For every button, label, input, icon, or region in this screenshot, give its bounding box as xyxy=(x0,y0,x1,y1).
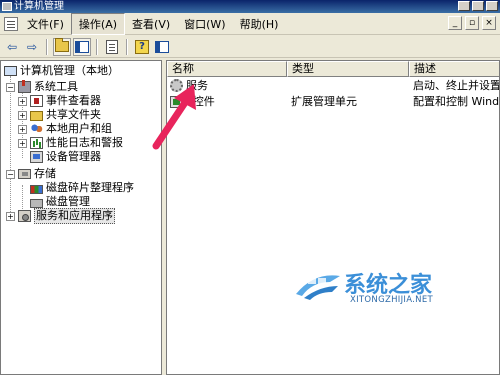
tree-item-label: 磁盘碎片整理程序 xyxy=(46,181,134,194)
shared-folder-icon xyxy=(30,111,43,121)
collapse-icon[interactable]: − xyxy=(6,82,15,92)
tree-item-label: 存储 xyxy=(34,167,56,180)
list-row-type: 扩展管理单元 xyxy=(291,95,357,108)
menu-view[interactable]: 查看(V) xyxy=(125,14,177,34)
expand-icon[interactable]: + xyxy=(18,96,27,106)
expand-icon[interactable]: + xyxy=(18,138,27,148)
watermark-subtitle: XITONGZHIJIA.NET xyxy=(350,295,433,305)
device-manager-icon xyxy=(30,151,43,163)
list-row-name: 服务 xyxy=(186,79,208,92)
tree-item-local-users[interactable]: + 本地用户和组 xyxy=(18,122,112,136)
tree-item-shared-folders[interactable]: + 共享文件夹 xyxy=(18,108,101,122)
expand-icon[interactable]: + xyxy=(6,211,15,221)
back-arrow-icon[interactable]: ⇦ xyxy=(3,38,21,56)
expand-icon[interactable]: + xyxy=(18,110,27,120)
defrag-icon xyxy=(30,184,43,194)
column-header-description[interactable]: 描述 xyxy=(409,61,499,77)
console-tree-icon[interactable] xyxy=(153,38,171,56)
child-restore-button[interactable]: ▫ xyxy=(465,16,479,30)
toolbar-separator xyxy=(96,38,98,55)
disk-icon xyxy=(30,198,43,208)
tree-item-event-viewer[interactable]: + 事件查看器 xyxy=(18,94,101,108)
tree-item-label: 性能日志和警报 xyxy=(46,136,123,149)
computer-icon xyxy=(4,66,17,76)
column-header-name[interactable]: 名称 xyxy=(167,61,287,77)
storage-icon xyxy=(18,169,31,179)
child-minimize-button[interactable]: _ xyxy=(448,16,462,30)
tree-item-label: 服务和应用程序 xyxy=(34,208,115,224)
toolbar-separator xyxy=(126,38,128,55)
tree-item-label: 本地用户和组 xyxy=(46,122,112,135)
services-icon xyxy=(18,210,31,222)
tree-item-label: 设备管理器 xyxy=(46,150,101,163)
toolbar: ⇦ ⇨ ? xyxy=(0,36,500,58)
menu-window[interactable]: 窗口(W) xyxy=(177,14,232,34)
list-row-description: 配置和控制 Windows xyxy=(413,95,500,108)
toolbar-separator xyxy=(46,38,48,55)
tree-item-label: 磁盘管理 xyxy=(46,195,90,208)
gear-icon xyxy=(170,79,183,92)
watermark-logo-icon xyxy=(296,275,340,300)
tree-item-label: 计算机管理（本地） xyxy=(20,64,119,77)
tree-item-system-tools[interactable]: − 系统工具 xyxy=(6,80,78,94)
minimize-button[interactable] xyxy=(458,1,470,11)
column-header-type[interactable]: 类型 xyxy=(287,61,409,77)
window-title: 计算机管理 xyxy=(14,1,64,12)
watermark: 系统之家 XITONGZHIJIA.NET xyxy=(290,262,460,312)
list-row-name: I 控件 xyxy=(186,95,215,108)
tree-item-label: 系统工具 xyxy=(34,80,78,93)
tree-item-disk-defragmenter[interactable]: 磁盘碎片整理程序 xyxy=(18,181,134,195)
app-icon xyxy=(2,2,12,11)
list-row-description: 启动、终止并设置 W xyxy=(413,79,500,92)
tree-item-computer-management[interactable]: 计算机管理（本地） xyxy=(4,64,119,78)
console-icon[interactable] xyxy=(4,16,18,31)
show-hide-tree-icon[interactable] xyxy=(73,37,91,56)
details-list[interactable]: 名称 类型 描述 服务 启动、终止并设置 W I 控件 扩展管理单元 配置和控制… xyxy=(166,60,500,375)
maximize-button[interactable] xyxy=(472,1,484,11)
window-controls xyxy=(458,1,498,11)
tree-item-disk-management[interactable]: 磁盘管理 xyxy=(18,195,90,209)
list-row-services[interactable]: 服务 启动、终止并设置 W xyxy=(167,78,500,93)
event-viewer-icon xyxy=(30,95,43,107)
list-row-wmi-control[interactable]: I 控件 扩展管理单元 配置和控制 Windows xyxy=(167,94,500,109)
properties-icon[interactable] xyxy=(103,38,121,56)
tree-item-label: 共享文件夹 xyxy=(46,108,101,121)
performance-icon xyxy=(30,137,43,149)
menu-help[interactable]: 帮助(H) xyxy=(233,14,286,34)
title-bar: 计算机管理 xyxy=(0,0,500,13)
tree-item-label: 事件查看器 xyxy=(46,94,101,107)
tools-icon xyxy=(18,80,31,93)
console-tree[interactable]: 计算机管理（本地） − 系统工具 + 事件查看器 + 共享文件夹 + 本地用户和… xyxy=(0,60,162,375)
menu-file[interactable]: 文件(F) xyxy=(20,14,71,34)
child-window-controls: _ ▫ × xyxy=(448,16,496,30)
tree-item-performance-logs[interactable]: + 性能日志和警报 xyxy=(18,136,123,150)
close-button[interactable] xyxy=(486,1,498,11)
collapse-icon[interactable]: − xyxy=(6,169,15,179)
child-close-button[interactable]: × xyxy=(482,16,496,30)
forward-arrow-icon[interactable]: ⇨ xyxy=(23,38,41,56)
up-folder-icon[interactable] xyxy=(53,37,71,56)
help-icon[interactable]: ? xyxy=(133,38,151,56)
tree-item-services-and-applications[interactable]: + 服务和应用程序 xyxy=(6,208,115,224)
menu-bar: 文件(F) 操作(A) 查看(V) 窗口(W) 帮助(H) _ ▫ × xyxy=(0,12,500,35)
tree-item-storage[interactable]: − 存储 xyxy=(6,167,56,181)
users-icon xyxy=(30,123,43,135)
menu-action[interactable]: 操作(A) xyxy=(70,12,126,35)
wmi-icon xyxy=(170,95,183,108)
tree-item-device-manager[interactable]: 设备管理器 xyxy=(18,150,101,164)
expand-icon[interactable]: + xyxy=(18,124,27,134)
